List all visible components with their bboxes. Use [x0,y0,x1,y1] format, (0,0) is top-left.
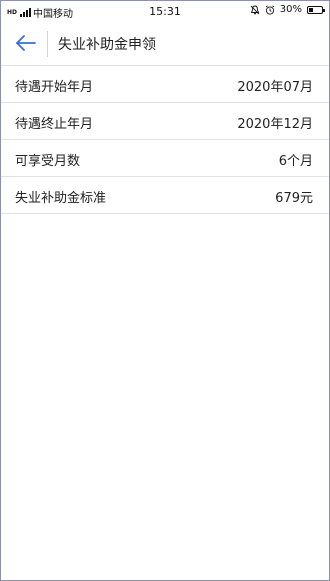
detail-value: 2020年12月 [237,117,313,132]
mute-icon [250,5,260,14]
status-right: 30% [250,4,325,15]
detail-value: 2020年07月 [237,80,313,95]
detail-row-end-month: 待遇终止年月 2020年12月 [1,102,329,139]
detail-value: 679元 [275,191,313,206]
header-bar: 失业补助金申领 [1,23,329,63]
detail-label: 可享受月数 [15,154,81,169]
battery-level-fill [309,7,313,12]
detail-row-standard: 失业补助金标准 679元 [1,176,329,214]
page-title: 失业补助金申领 [58,37,156,53]
detail-label: 失业补助金标准 [15,191,107,206]
detail-label: 待遇终止年月 [15,117,94,132]
status-bar: HD 中国移动 15:31 30% [1,1,329,23]
detail-row-months: 可享受月数 6个月 [1,139,329,176]
alarm-icon [265,4,275,15]
detail-label: 待遇开始年月 [15,80,94,95]
header-divider [47,31,48,57]
back-button[interactable] [11,29,41,57]
detail-value: 6个月 [278,154,313,169]
battery-icon [307,5,325,14]
detail-row-start-month: 待遇开始年月 2020年07月 [1,65,329,102]
details-list: 待遇开始年月 2020年07月 待遇终止年月 2020年12月 可享受月数 6个… [1,65,329,214]
app-screen: HD 中国移动 15:31 30% 失业补助金申领 待遇开始年月 2020年07… [0,0,330,581]
battery-percent: 30% [279,4,302,15]
back-arrow-icon [16,35,36,51]
